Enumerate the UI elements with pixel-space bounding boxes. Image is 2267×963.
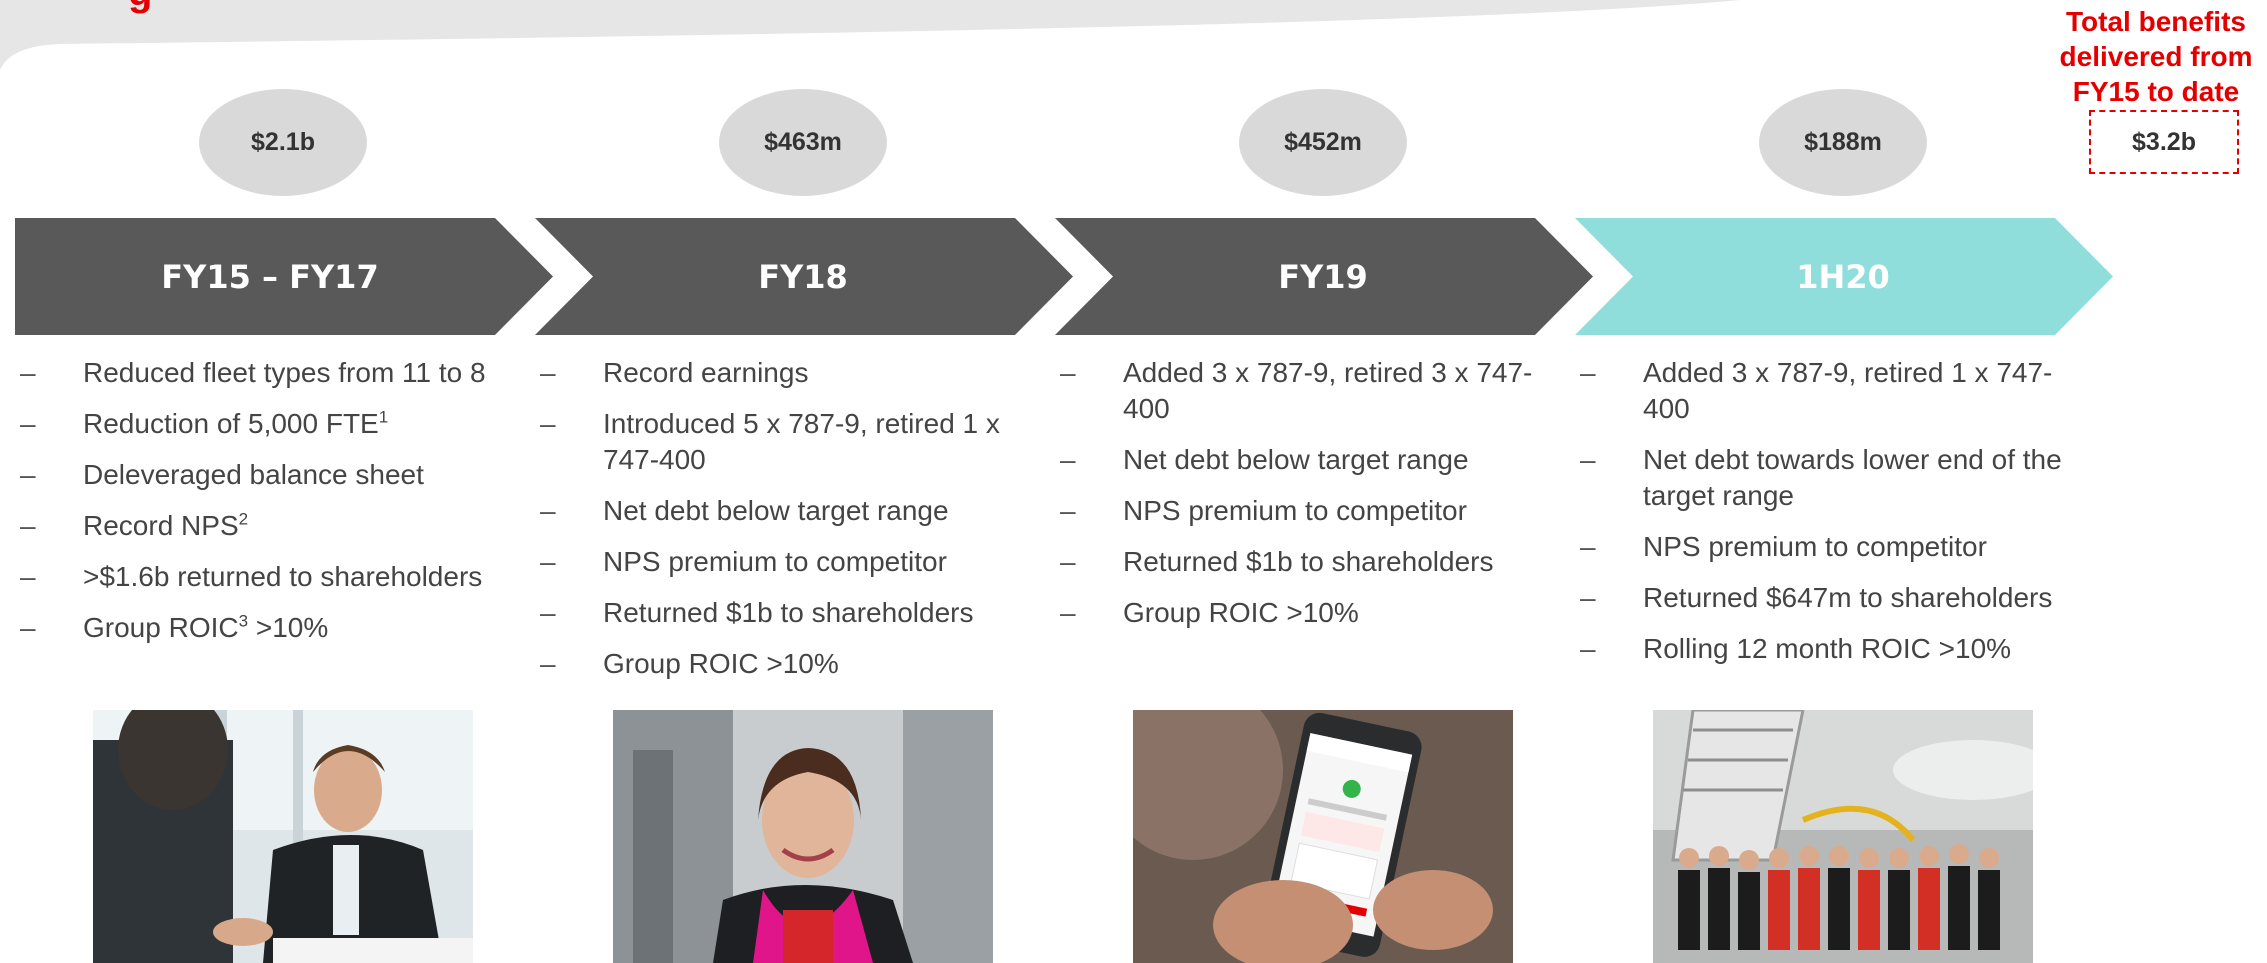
dash-bullet: – xyxy=(1060,357,1076,388)
mobile-app-photo xyxy=(1133,710,1513,963)
list-item: – Added 3 x 787-9, retired 1 x 747-400 xyxy=(1580,357,2053,424)
dash-bullet: – xyxy=(540,495,556,526)
dash-bullet: – xyxy=(540,408,556,439)
period-label-fy15-fy17: FY15 – FY17 xyxy=(161,257,379,296)
dash-bullet: – xyxy=(20,510,36,541)
total-benefits-title-line: Total benefits xyxy=(2066,6,2246,37)
dash-bullet: – xyxy=(20,408,36,439)
benefit-bubble-1h20: $188m xyxy=(1759,89,1927,196)
achievements-list-1h20: – Added 3 x 787-9, retired 1 x 747-400 – N… xyxy=(1580,355,2080,682)
benefit-bubble-fy15-fy17: $2.1b xyxy=(199,89,367,196)
dash-bullet: – xyxy=(1060,495,1076,526)
business-meeting-photo xyxy=(93,710,473,963)
list-item: – Group ROIC >10% xyxy=(540,646,1040,682)
list-item: – Group ROIC >10% xyxy=(1060,595,1560,631)
flight-attendant-photo xyxy=(613,710,993,963)
list-item: – Reduced fleet types from 11 to 8 xyxy=(20,355,530,391)
benefit-bubble-fy19: $452m xyxy=(1239,89,1407,196)
list-item: – Rolling 12 month ROIC >10% xyxy=(1580,631,2080,667)
list-item: – Returned $1b to shareholders xyxy=(540,595,1040,631)
dash-bullet: – xyxy=(1580,633,1596,664)
footnote-marker: 1 xyxy=(378,407,389,427)
period-label-1h20: 1H20 xyxy=(1796,257,1890,296)
list-item: – Record NPS2 xyxy=(20,508,530,544)
benefit-bubble-fy18: $463m xyxy=(719,89,887,196)
list-item: – Group ROIC3 >10% xyxy=(20,610,530,646)
achievements-list-fy15-fy17: – Reduced fleet types from 11 to 8 – Reduc… xyxy=(20,355,530,661)
list-item: – NPS premium to competitor xyxy=(1580,529,2080,565)
dash-bullet: – xyxy=(1580,582,1596,613)
total-benefits-title: Total benefits delivered from FY15 to da… xyxy=(2045,4,2267,109)
list-item: – Returned $647m to shareholders xyxy=(1580,580,2080,616)
achievements-list-fy19: – Added 3 x 787-9, retired 3 x 747-400 – N… xyxy=(1060,355,1560,646)
dash-bullet: – xyxy=(20,459,36,490)
list-item: – NPS premium to competitor xyxy=(540,544,1040,580)
list-item: – Returned $1b to shareholders xyxy=(1060,544,1560,580)
crew-group-photo xyxy=(1653,710,2033,963)
dash-bullet: – xyxy=(1060,546,1076,577)
dash-bullet: – xyxy=(540,546,556,577)
list-item: – Deleveraged balance sheet xyxy=(20,457,530,493)
list-item: – Reduction of 5,000 FTE1 xyxy=(20,406,530,442)
footnote-marker: 3 xyxy=(238,611,249,631)
list-item: – Record earnings xyxy=(540,355,1040,391)
list-item: – Net debt below target range xyxy=(1060,442,1560,478)
total-benefits-value: $3.2b xyxy=(2089,110,2239,174)
dash-bullet: – xyxy=(540,357,556,388)
list-item: – Added 3 x 787-9, retired 3 x 747-400 xyxy=(1060,357,1533,424)
dash-bullet: – xyxy=(20,612,36,643)
dash-bullet: – xyxy=(1060,444,1076,475)
dash-bullet: – xyxy=(1580,357,1596,388)
list-item: – Introduced 5 x 787-9, retired 1 x 747-4… xyxy=(540,408,1000,475)
list-item: – >$1.6b returned to shareholders xyxy=(20,559,530,595)
list-item: – Net debt towards lower end of the targe… xyxy=(1580,444,2062,511)
dash-bullet: – xyxy=(1580,531,1596,562)
footnote-marker: 2 xyxy=(238,509,249,529)
page-title-fragment: g xyxy=(128,0,152,15)
dash-bullet: – xyxy=(1060,597,1076,628)
dash-bullet: – xyxy=(540,597,556,628)
dash-bullet: – xyxy=(540,648,556,679)
dash-bullet: – xyxy=(1580,444,1596,475)
achievements-list-fy18: – Record earnings – Introduced 5 x 787-9, … xyxy=(540,355,1040,697)
header-band xyxy=(0,0,1740,70)
total-benefits-title-line: delivered from xyxy=(2059,41,2253,72)
dash-bullet: – xyxy=(20,561,36,592)
dash-bullet: – xyxy=(20,357,36,388)
list-item: – NPS premium to competitor xyxy=(1060,493,1560,529)
total-benefits-title-line: FY15 to date xyxy=(2072,76,2240,107)
period-label-fy18: FY18 xyxy=(758,257,848,296)
list-item: – Net debt below target range xyxy=(540,493,1040,529)
period-label-fy19: FY19 xyxy=(1278,257,1368,296)
